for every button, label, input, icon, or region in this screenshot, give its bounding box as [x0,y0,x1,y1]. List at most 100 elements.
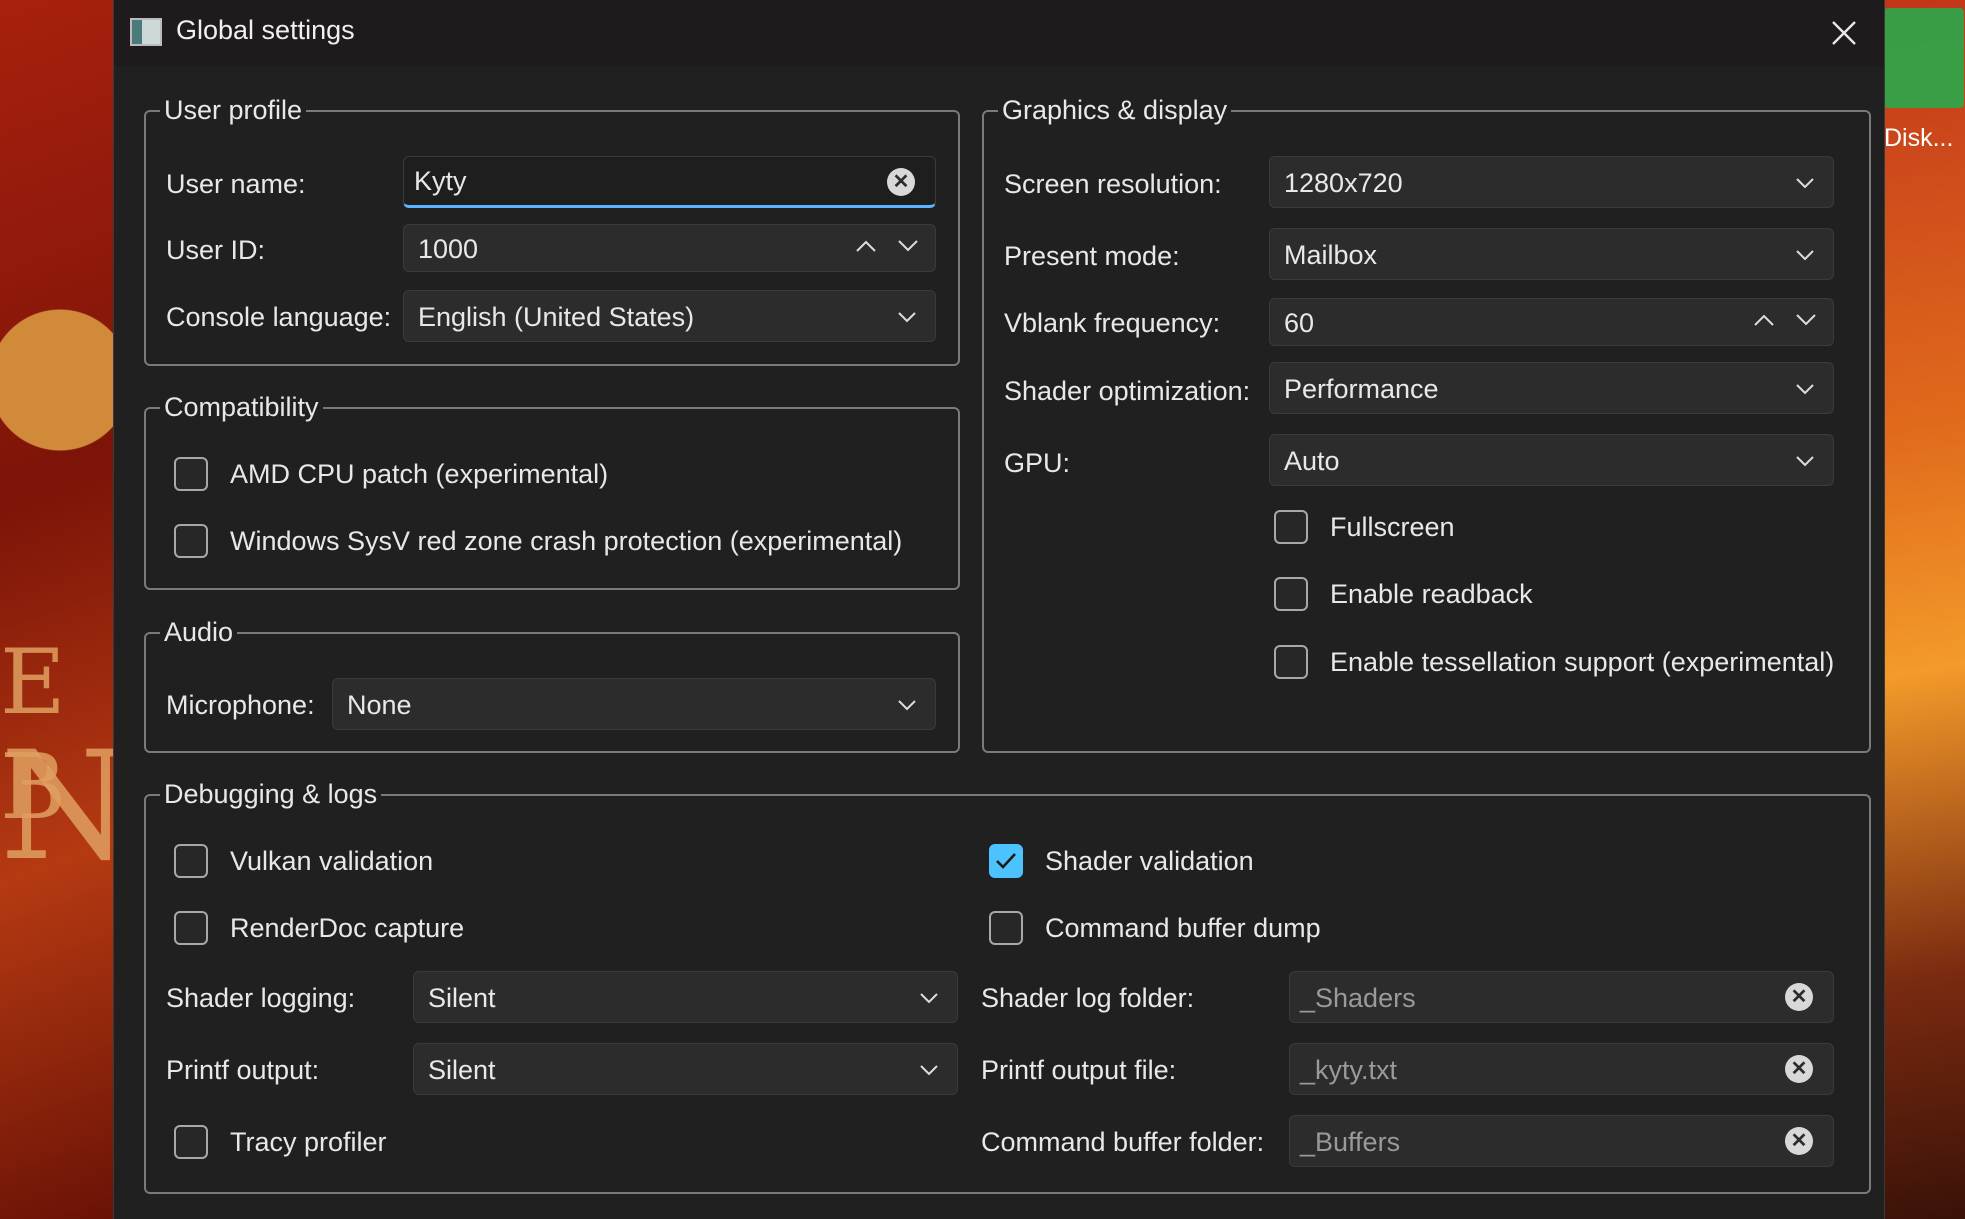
chevron-down-icon[interactable] [1795,313,1817,327]
debugging-logs-group: Debugging & logs Vulkan validation Shade… [144,776,1871,1194]
shader-optimization-select[interactable]: Performance [1269,362,1834,414]
chevron-up-icon[interactable] [1753,313,1775,327]
microphone-value: None [347,690,412,720]
tracy-profiler-checkbox[interactable] [174,1125,208,1159]
command-buffer-folder-label: Command buffer folder: [981,1127,1265,1157]
clear-icon[interactable]: ✕ [887,168,915,196]
shader-logging-select[interactable]: Silent [413,971,958,1023]
microphone-label: Microphone: [166,690,315,720]
fullscreen-label[interactable]: Fullscreen [1330,509,1455,545]
close-button[interactable] [1814,8,1874,58]
shader-log-folder-label: Shader log folder: [981,983,1195,1013]
console-language-label: Console language: [166,302,392,332]
present-mode-label: Present mode: [1004,241,1180,271]
user-profile-group: User profile User name: Kyty ✕ User ID: … [144,92,960,366]
shader-optimization-label: Shader optimization: [1004,376,1251,406]
printf-output-file-input[interactable]: _kyty.txt ✕ [1289,1043,1834,1095]
renderdoc-capture-checkbox[interactable] [174,911,208,945]
printf-output-file-label: Printf output file: [981,1055,1177,1085]
desktop-icon-label[interactable]: Disk... [1884,124,1953,153]
user-id-label: User ID: [166,235,266,265]
global-settings-dialog: Global settings User profile User name: … [113,0,1885,1219]
vulkan-validation-checkbox[interactable] [174,844,208,878]
checkmark-icon [996,853,1016,869]
printf-output-file-placeholder: _kyty.txt [1300,1055,1398,1085]
chevron-down-icon [1796,250,1814,261]
fullscreen-checkbox[interactable] [1274,510,1308,544]
audio-title: Audio [160,614,238,650]
shader-log-folder-input[interactable]: _Shaders ✕ [1289,971,1834,1023]
shader-optimization-value: Performance [1284,374,1439,404]
chevron-down-icon [898,700,916,711]
app-icon [130,18,162,46]
vblank-frequency-spinbox[interactable]: 60 [1269,298,1834,346]
command-buffer-dump-label[interactable]: Command buffer dump [1045,910,1321,946]
sysv-red-zone-checkbox[interactable] [174,524,208,558]
clear-icon[interactable]: ✕ [1785,983,1813,1011]
shader-log-folder-placeholder: _Shaders [1300,983,1416,1013]
present-mode-value: Mailbox [1284,240,1378,270]
gpu-select[interactable]: Auto [1269,434,1834,486]
gpu-value: Auto [1284,446,1340,476]
command-buffer-dump-checkbox[interactable] [989,911,1023,945]
console-language-select[interactable]: English (United States) [403,290,936,342]
chevron-down-icon [1796,384,1814,395]
enable-tessellation-label[interactable]: Enable tessellation support (experimenta… [1330,644,1834,680]
vblank-frequency-value: 60 [1284,308,1315,338]
chevron-down-icon [898,312,916,323]
clear-icon[interactable]: ✕ [1785,1055,1813,1083]
compatibility-group: Compatibility AMD CPU patch (experimenta… [144,389,960,590]
title-bar[interactable]: Global settings [114,0,1884,66]
clear-icon[interactable]: ✕ [1785,1127,1813,1155]
debugging-logs-title: Debugging & logs [160,776,382,812]
wallpaper-letters-2: N [0,720,132,894]
chevron-up-icon[interactable] [855,239,877,253]
tracy-profiler-label[interactable]: Tracy profiler [230,1124,387,1160]
desktop-wallpaper-left: E B N [0,0,131,1219]
user-id-value: 1000 [418,234,479,264]
user-id-spinbox[interactable]: 1000 [403,224,936,272]
vulkan-validation-label[interactable]: Vulkan validation [230,843,433,879]
amd-cpu-patch-checkbox[interactable] [174,457,208,491]
chevron-down-icon [920,993,938,1004]
amd-cpu-patch-label[interactable]: AMD CPU patch (experimental) [230,456,608,492]
shader-validation-checkbox[interactable] [989,844,1023,878]
user-name-input[interactable]: Kyty ✕ [403,156,936,208]
printf-output-value: Silent [428,1055,496,1085]
enable-tessellation-checkbox[interactable] [1274,645,1308,679]
user-profile-title: User profile [160,92,307,128]
stopwatch-icon[interactable] [1884,8,1964,108]
gpu-label: GPU: [1004,448,1071,478]
chevron-down-icon [920,1065,938,1076]
console-language-value: English (United States) [418,302,695,332]
shader-logging-label: Shader logging: [166,983,356,1013]
desktop-wallpaper-right [1880,0,1965,1219]
screen-resolution-value: 1280x720 [1284,168,1403,198]
chevron-down-icon[interactable] [897,239,919,253]
renderdoc-capture-label[interactable]: RenderDoc capture [230,910,464,946]
printf-output-label: Printf output: [166,1055,320,1085]
screen-resolution-label: Screen resolution: [1004,169,1222,199]
user-name-value: Kyty [414,166,467,196]
screen-resolution-select[interactable]: 1280x720 [1269,156,1834,208]
graphics-display-group: Graphics & display Screen resolution: 12… [982,92,1871,753]
enable-readback-label[interactable]: Enable readback [1330,576,1533,612]
graphics-display-title: Graphics & display [998,92,1232,128]
shader-logging-value: Silent [428,983,496,1013]
printf-output-select[interactable]: Silent [413,1043,958,1095]
chevron-down-icon [1796,178,1814,189]
close-icon [1832,21,1856,45]
compatibility-title: Compatibility [160,389,323,425]
audio-group: Audio Microphone: None [144,614,960,753]
command-buffer-folder-placeholder: _Buffers [1300,1127,1401,1157]
present-mode-select[interactable]: Mailbox [1269,228,1834,280]
vblank-frequency-label: Vblank frequency: [1004,308,1221,338]
user-name-label: User name: [166,169,306,199]
command-buffer-folder-input[interactable]: _Buffers ✕ [1289,1115,1834,1167]
shader-validation-label[interactable]: Shader validation [1045,843,1254,879]
enable-readback-checkbox[interactable] [1274,577,1308,611]
chevron-down-icon [1796,456,1814,467]
sysv-red-zone-label[interactable]: Windows SysV red zone crash protection (… [230,523,902,559]
microphone-select[interactable]: None [332,678,936,730]
window-title: Global settings [176,15,355,45]
